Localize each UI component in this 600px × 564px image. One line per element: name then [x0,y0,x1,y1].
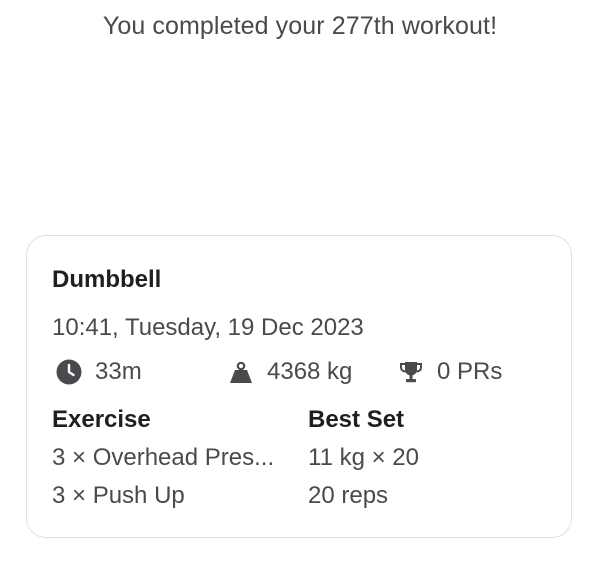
workout-stats: 33m 4368 kg 0 PRs [55,356,555,388]
best-set-value: 11 kg × 20 [308,444,419,471]
stat-prs-value: 0 PRs [437,358,503,385]
completion-headline: You completed your 277th workout! [102,12,498,40]
workout-summary-card[interactable]: Dumbbell 10:41, Tuesday, 19 Dec 2023 33m… [26,235,572,538]
exercise-name: 3 × Push Up [52,482,185,509]
stat-volume-value: 4368 kg [267,358,353,385]
column-header-exercise: Exercise [52,406,151,433]
trophy-icon [397,358,425,386]
best-set-value: 20 reps [308,482,389,509]
stat-duration-value: 33m [95,358,142,385]
weight-icon [227,358,255,386]
stat-prs: 0 PRs [397,356,502,388]
clock-icon [55,358,83,386]
exercise-name: 3 × Overhead Pres... [52,444,275,471]
workout-datetime: 10:41, Tuesday, 19 Dec 2023 [52,314,364,341]
column-header-best-set: Best Set [308,406,405,433]
workout-title: Dumbbell [52,266,162,293]
stat-duration: 33m [55,356,142,388]
stat-volume: 4368 kg [227,356,352,388]
